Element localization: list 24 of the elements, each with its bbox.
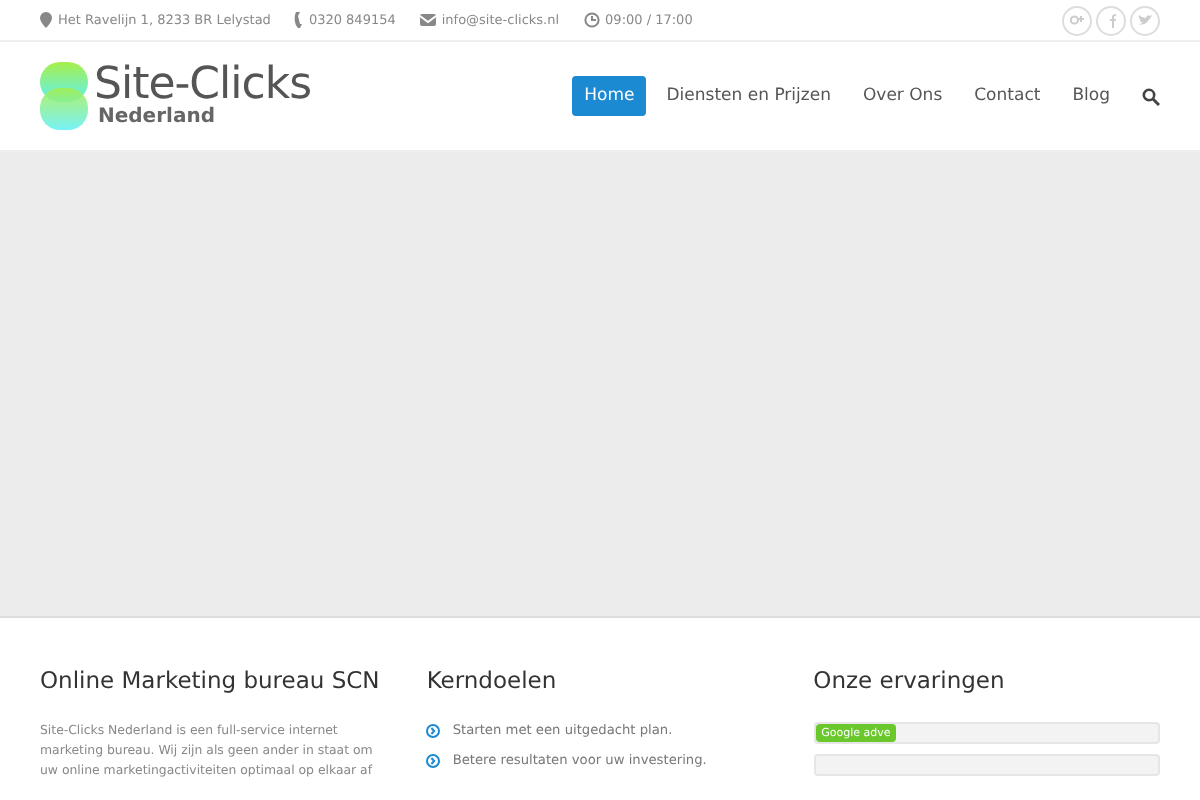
location-pin-icon xyxy=(40,12,52,28)
google-plus-icon xyxy=(1070,14,1084,26)
nav-link[interactable]: Diensten en Prijzen xyxy=(654,76,843,116)
section-title: Onze ervaringen xyxy=(813,666,1007,694)
bird-icon xyxy=(1138,14,1152,26)
social-button[interactable] xyxy=(1130,5,1160,35)
clock-icon xyxy=(583,12,600,28)
facebook-icon xyxy=(1107,13,1115,27)
logo-icon xyxy=(40,62,88,130)
section-title: Online Marketing bureau SCN xyxy=(40,666,382,694)
social-button[interactable] xyxy=(1062,5,1092,35)
nav-link[interactable]: Blog xyxy=(1060,76,1122,116)
logo-subtitle: Nederland xyxy=(98,108,217,128)
chevron-circle-icon xyxy=(426,723,441,737)
section-title: Kerndoelen xyxy=(426,666,559,694)
social-button[interactable] xyxy=(1096,5,1126,35)
nav-link[interactable]: Home xyxy=(572,76,647,116)
envelope-icon xyxy=(419,14,436,26)
nav-link[interactable]: Over Ons xyxy=(850,76,955,116)
search-icon[interactable] xyxy=(1142,87,1160,105)
logo-title: Site-Clicks xyxy=(94,64,312,108)
nav-link[interactable]: Contact xyxy=(962,76,1053,116)
chevron-circle-icon xyxy=(426,753,441,767)
phone-icon xyxy=(294,12,303,28)
